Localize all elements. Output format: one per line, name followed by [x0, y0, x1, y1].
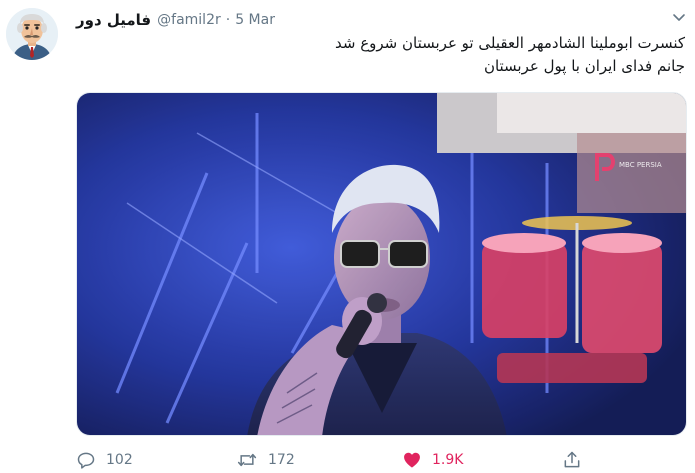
tweet-text-line: جانم فدای ایران با پول عربستان: [483, 57, 685, 75]
author-display-name[interactable]: فامیل دور: [76, 11, 151, 29]
retweet-button[interactable]: 172: [236, 448, 295, 472]
avatar[interactable]: [6, 8, 58, 60]
tweet-text-line: کنسرت ابوملینا الشادمهر العقیلی تو عربست…: [335, 34, 685, 52]
tweet-action-bar: 102 172 1.9K: [76, 448, 687, 472]
like-button[interactable]: 1.9K: [402, 448, 463, 472]
tweet-header: فامیل دور @famil2r · 5 Mar: [76, 9, 275, 31]
author-handle[interactable]: @famil2r: [157, 12, 221, 28]
share-button[interactable]: [562, 448, 592, 472]
heart-icon: [404, 452, 420, 468]
tweet-card[interactable]: فامیل دور @famil2r · 5 Mar کنسرت ابوملین…: [0, 0, 695, 473]
tweet-timestamp[interactable]: 5 Mar: [235, 12, 275, 28]
reply-icon: [77, 452, 95, 469]
retweet-icon: [237, 453, 257, 467]
retweet-count: 172: [268, 452, 295, 468]
tweet-media-image[interactable]: MBC PERSIA: [76, 92, 687, 436]
like-count: 1.9K: [432, 452, 464, 468]
chevron-down-icon[interactable]: [669, 9, 689, 25]
reply-count: 102: [106, 452, 133, 468]
tweet-text: کنسرت ابوملینا الشادمهر العقیلی تو عربست…: [80, 32, 685, 78]
header-separator: ·: [225, 12, 231, 28]
share-icon: [564, 451, 580, 468]
reply-button[interactable]: 102: [76, 448, 133, 472]
